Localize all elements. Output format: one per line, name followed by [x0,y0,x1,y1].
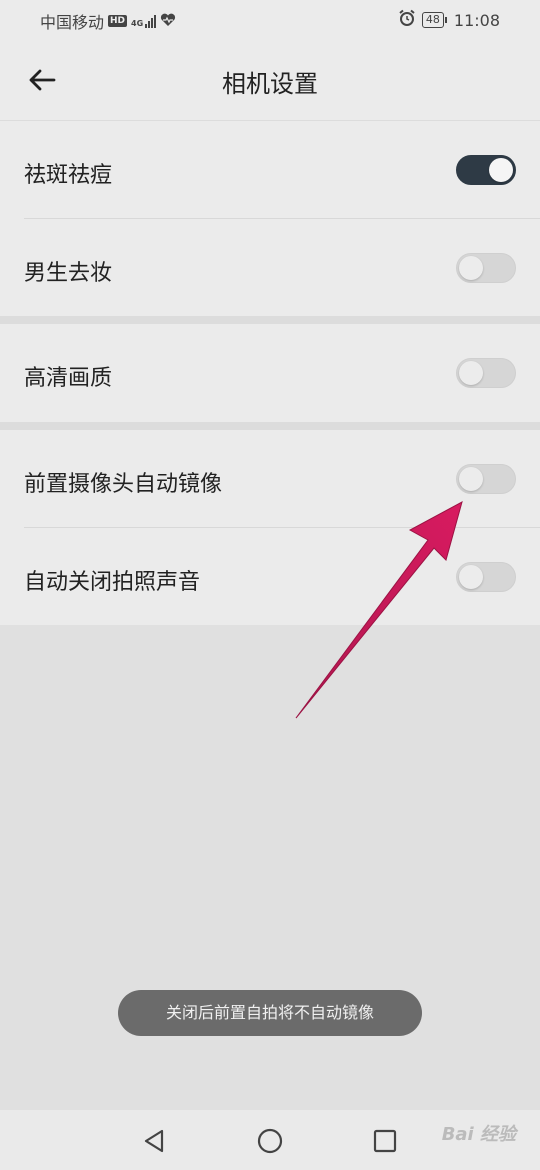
status-bar: 中国移动 HD 4G 48 11:08 [0,0,540,40]
setting-label: 男生去妆 [24,261,113,286]
network-type: 4G [131,19,144,28]
blemish-toggle[interactable] [456,155,516,185]
settings-group-camera: 前置摄像头自动镜像 自动关闭拍照声音 [0,430,540,625]
status-right: 48 11:08 [398,9,500,31]
front-camera-mirror-toggle[interactable] [456,464,516,494]
page-title: 相机设置 [222,70,318,98]
baidu-watermark: Bai 经验 [441,1124,516,1145]
status-left: 中国移动 HD 4G [40,9,176,33]
toggle-knob [459,565,483,589]
setting-label: 前置摄像头自动镜像 [24,472,223,497]
shutter-sound-toggle[interactable] [456,562,516,592]
toggle-knob [459,361,483,385]
makeup-removal-toggle[interactable] [456,253,516,283]
battery-icon: 48 [421,12,447,28]
home-circle-icon[interactable] [255,1126,285,1156]
setting-row-hd: 高清画质 [0,324,540,422]
hd-quality-toggle[interactable] [456,358,516,388]
toggle-knob [489,158,513,182]
setting-label: 祛斑祛痘 [24,163,113,188]
settings-group-quality: 高清画质 [0,324,540,422]
section-gap [0,422,540,430]
setting-label: 自动关闭拍照声音 [24,570,201,595]
signal-icon: 4G [131,14,157,28]
setting-label: 高清画质 [24,366,113,391]
hd-badge: HD [108,15,128,27]
toggle-knob [459,467,483,491]
recents-square-icon[interactable] [370,1126,400,1156]
carrier-name: 中国移动 [40,13,105,32]
setting-row-blemish: 祛斑祛痘 [0,121,540,219]
toggle-knob [459,256,483,280]
status-time: 11:08 [453,10,500,30]
toast-message: 关闭后前置自拍将不自动镜像 [118,990,422,1036]
page-header: 相机设置 [0,40,540,121]
section-gap [0,316,540,324]
setting-row-shutter-sound: 自动关闭拍照声音 [0,528,540,626]
alarm-icon [398,9,416,31]
setting-row-mirror: 前置摄像头自动镜像 [0,430,540,528]
heart-icon [160,12,176,31]
settings-group-beauty: 祛斑祛痘 男生去妆 [0,121,540,316]
back-triangle-icon[interactable] [140,1126,170,1156]
setting-row-makeup: 男生去妆 [0,219,540,317]
